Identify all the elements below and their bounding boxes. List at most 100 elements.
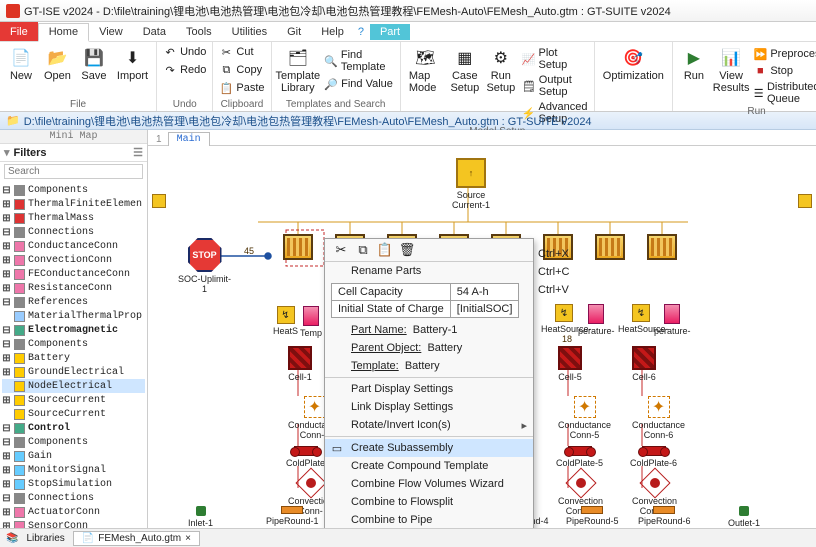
block-cell-5[interactable]: Cell-5 — [558, 346, 582, 382]
block-temperature[interactable]: Temp — [300, 306, 322, 338]
preprocess-button[interactable]: ⏩Preprocess — [751, 46, 816, 62]
save-button[interactable]: 💾Save — [77, 44, 111, 84]
ctx-combine-flowsplit[interactable]: Combine to Flowsplit — [325, 493, 533, 511]
tab-help[interactable]: Help — [311, 24, 354, 40]
tree-node[interactable]: ⊟Connections — [2, 491, 145, 505]
block-battery[interactable] — [595, 234, 625, 260]
ctx-cut-icon[interactable]: ✂ — [333, 242, 349, 258]
tree-node[interactable]: ⊞StopSimulation — [2, 477, 145, 491]
open-button[interactable]: 📂Open — [40, 44, 75, 84]
block-cell-1[interactable]: Cell-1 — [288, 346, 312, 382]
tab-tools[interactable]: Tools — [176, 24, 222, 40]
ctx-paste-icon[interactable]: 📋 — [377, 242, 393, 258]
map-mode-button[interactable]: 🗺Map Mode — [405, 44, 446, 96]
import-button[interactable]: ⬇Import — [113, 44, 152, 84]
tree-node[interactable]: MaterialThermalProp — [2, 309, 145, 323]
block-temperature[interactable]: perature- — [578, 304, 615, 336]
find-value-button[interactable]: 🔎Find Value — [322, 76, 396, 92]
ctx-combine-flow-wizard[interactable]: Combine Flow Volumes Wizard — [325, 475, 533, 493]
block-coldplate-6[interactable]: ColdPlate-6 — [630, 446, 677, 468]
ctx-parent-object[interactable]: Parent Object: Battery — [325, 339, 533, 357]
canvas-tab-main[interactable]: Main — [168, 132, 210, 146]
tree-node[interactable]: ⊞ConductanceConn — [2, 239, 145, 253]
file-menu[interactable]: File — [0, 22, 38, 41]
tree-node[interactable]: ⊞Gain — [2, 449, 145, 463]
block-conductance-6[interactable]: Conductance Conn-6 — [632, 396, 685, 440]
tab-view[interactable]: View — [89, 24, 133, 40]
block-conductance-5[interactable]: Conductance Conn-5 — [558, 396, 611, 440]
block-coldplate-1[interactable]: ColdPlate — [286, 446, 325, 468]
undo-button[interactable]: ↶Undo — [161, 44, 208, 60]
template-tree[interactable]: ⊟Components⊞ThermalFiniteElemen⊞ThermalM… — [0, 181, 147, 528]
block-battery[interactable] — [647, 234, 677, 260]
libraries-icon[interactable]: 📚 — [6, 533, 18, 544]
cut-button[interactable]: ✂Cut — [217, 44, 255, 60]
tab-home[interactable]: Home — [38, 23, 89, 42]
tab-data[interactable]: Data — [133, 24, 176, 40]
block-cell-6[interactable]: Cell-6 — [632, 346, 656, 382]
view-results-button[interactable]: 📊View Results — [713, 44, 749, 96]
ctx-copy-icon[interactable]: ⧉ — [355, 242, 371, 258]
search-box[interactable] — [4, 164, 143, 179]
tree-node[interactable]: NodeElectrical — [2, 379, 145, 393]
block-temperature[interactable]: perature- — [654, 304, 691, 336]
close-doc-icon[interactable]: × — [185, 533, 191, 544]
copy-button[interactable]: ⧉Copy — [217, 62, 264, 78]
output-setup-button[interactable]: 🗒Output Setup — [520, 73, 590, 99]
ctx-create-subassembly[interactable]: ▭Create Subassembly — [325, 439, 533, 457]
tree-node[interactable]: ⊞ActuatorConn — [2, 505, 145, 519]
tree-node[interactable]: ⊞MonitorSignal — [2, 463, 145, 477]
tree-node[interactable]: ⊟References — [2, 295, 145, 309]
tree-node[interactable]: ⊟Components — [2, 337, 145, 351]
filters-menu-icon[interactable]: ☰ — [133, 146, 143, 159]
ctx-part-display[interactable]: Part Display Settings — [325, 380, 533, 398]
fit-marker[interactable] — [798, 194, 812, 208]
block-source-current[interactable]: Source Current-1 — [452, 158, 490, 210]
tree-node[interactable]: ⊟Electromagnetic — [2, 323, 145, 337]
run-button[interactable]: ▶Run — [677, 44, 711, 84]
block-inlet[interactable]: Inlet-1 — [188, 506, 213, 528]
model-canvas[interactable]: Source Current-1 STOPSOC-Uplimit- 1 45 ↯… — [148, 146, 816, 528]
ctx-create-compound[interactable]: Create Compound Template — [325, 457, 533, 475]
tree-node[interactable]: ⊞ThermalFiniteElemen — [2, 197, 145, 211]
tree-node[interactable]: ⊟Components — [2, 435, 145, 449]
search-input[interactable] — [4, 164, 143, 179]
tab-utilities[interactable]: Utilities — [222, 24, 277, 40]
tree-node[interactable]: ⊞SourceCurrent — [2, 393, 145, 407]
block-pipe-1[interactable]: PipeRound-1 — [266, 506, 319, 526]
tree-node[interactable]: ⊞FEConductanceConn — [2, 267, 145, 281]
funnel-icon[interactable]: ▾ — [4, 146, 10, 159]
block-pipe-5[interactable]: PipeRound-5 — [566, 506, 619, 526]
block-outlet[interactable]: Outlet-1 — [728, 506, 760, 528]
tree-node[interactable]: ⊞GroundElectrical — [2, 365, 145, 379]
tree-node[interactable]: ⊞ConvectionConn — [2, 253, 145, 267]
case-setup-button[interactable]: ▦Case Setup — [448, 44, 482, 96]
tree-node[interactable]: SourceCurrent — [2, 407, 145, 421]
tree-node[interactable]: ⊞SensorConn — [2, 519, 145, 528]
find-template-button[interactable]: 🔍Find Template — [322, 48, 396, 74]
ctx-combine-pipe[interactable]: Combine to Pipe — [325, 511, 533, 528]
stop-button[interactable]: ■Stop — [751, 63, 816, 79]
block-coldplate-5[interactable]: ColdPlate-5 — [556, 446, 603, 468]
redo-button[interactable]: ↷Redo — [161, 62, 208, 78]
ctx-link-display[interactable]: Link Display Settings — [325, 398, 533, 416]
block-pipe-6[interactable]: PipeRound-6 — [638, 506, 691, 526]
template-library-button[interactable]: 🗂Template Library — [276, 44, 321, 96]
block-stop[interactable]: STOPSOC-Uplimit- 1 — [178, 238, 231, 294]
ctx-delete-icon[interactable]: 🗑 — [399, 242, 415, 258]
help-icon[interactable]: ? — [358, 26, 364, 38]
tree-node[interactable]: ⊟Connections — [2, 225, 145, 239]
paste-button[interactable]: 📋Paste — [217, 80, 266, 96]
tab-git[interactable]: Git — [277, 24, 311, 40]
ctx-part-name[interactable]: Part Name: Battery-1 — [325, 321, 533, 339]
ctx-rotate-invert[interactable]: Rotate/Invert Icon(s)▸ — [325, 416, 533, 434]
block-heatsource[interactable]: ↯HeatS — [273, 306, 298, 336]
tree-node[interactable]: ⊞Battery — [2, 351, 145, 365]
libraries-label[interactable]: Libraries — [26, 533, 64, 544]
optimization-button[interactable]: 🎯Optimization — [599, 44, 668, 84]
new-button[interactable]: 📄New — [4, 44, 38, 84]
plot-setup-button[interactable]: 📈Plot Setup — [520, 46, 590, 72]
run-setup-button[interactable]: ⚙Run Setup — [484, 44, 518, 96]
distributed-queue-button[interactable]: ☰Distributed Queue — [751, 80, 816, 106]
block-battery-1[interactable] — [283, 234, 313, 260]
